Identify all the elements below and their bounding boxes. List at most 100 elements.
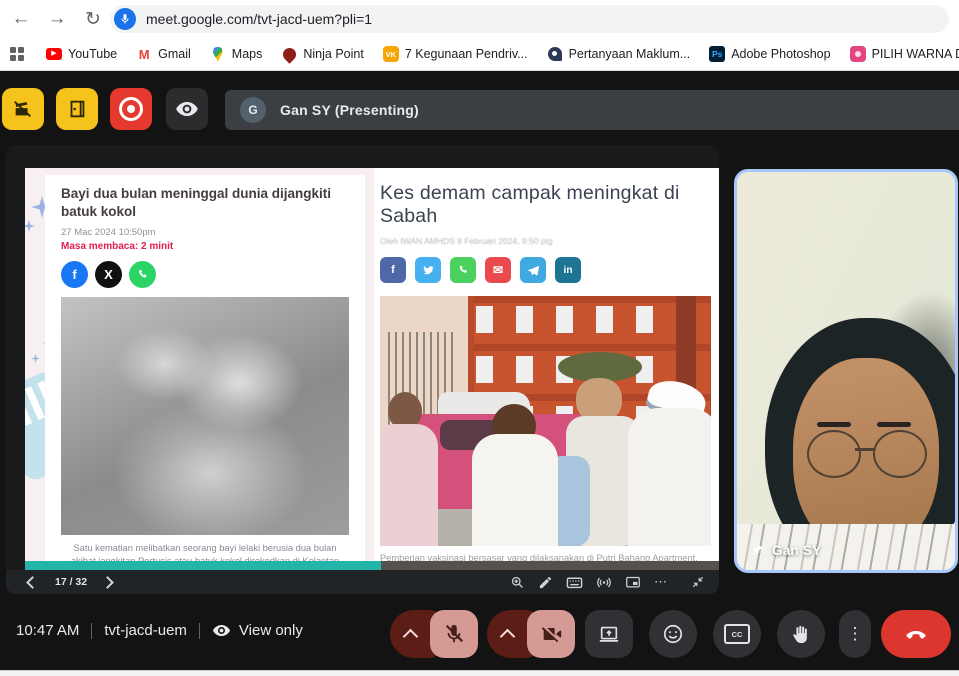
facebook-icon[interactable]: f bbox=[61, 261, 88, 288]
camera-off-button[interactable] bbox=[527, 610, 575, 658]
meeting-meta: 10:47 AM tvt-jacd-uem View only bbox=[16, 621, 303, 640]
bookmark-gmail[interactable]: M Gmail bbox=[136, 46, 191, 62]
pointer-pen-icon[interactable] bbox=[538, 575, 553, 590]
bookmark-pertanyaan-maklum[interactable]: Pertanyaan Maklum... bbox=[547, 46, 691, 62]
cc-icon: CC bbox=[724, 624, 750, 644]
back-icon[interactable]: ← bbox=[6, 4, 36, 34]
present-screen-button[interactable] bbox=[585, 610, 633, 658]
hangup-phone-icon bbox=[904, 622, 928, 646]
facebook-icon[interactable]: f bbox=[380, 257, 406, 283]
picture-in-picture-icon[interactable] bbox=[625, 575, 641, 590]
record-icon bbox=[119, 97, 143, 121]
more-options-button[interactable]: ⋮ bbox=[839, 610, 871, 658]
article-left-date: 27 Mac 2024 10:50pm bbox=[61, 227, 349, 238]
shared-slide: Bayi dua bulan meninggal dunia dijangkit… bbox=[25, 168, 719, 570]
bookmark-maps[interactable]: Maps bbox=[210, 46, 263, 62]
article-right-photo-vaccination bbox=[380, 296, 711, 546]
bookmark-adobe-photoshop[interactable]: Ps Adobe Photoshop bbox=[709, 46, 830, 62]
bookmark-pilih-warna[interactable]: PILIH WARNA DAN... bbox=[850, 46, 959, 62]
leave-call-button[interactable] bbox=[881, 610, 951, 658]
extension-door-button[interactable] bbox=[56, 88, 98, 130]
mic-muted-button[interactable] bbox=[430, 610, 478, 658]
presentation-controls: 17 / 32 ⋯ bbox=[6, 570, 719, 594]
keyboard-icon[interactable] bbox=[566, 575, 583, 590]
url-text: meet.google.com/tvt-jacd-uem?pli=1 bbox=[146, 11, 372, 27]
eye-icon bbox=[212, 621, 231, 640]
bookmark-kegunaan-pendrive[interactable]: VK 7 Kegunaan Pendriv... bbox=[383, 46, 528, 62]
presentation-stage: Bayi dua bulan meninggal dunia dijangkit… bbox=[6, 145, 719, 594]
extension-camera-slash-button[interactable] bbox=[2, 88, 44, 130]
nurse-right bbox=[628, 408, 711, 546]
next-slide-icon[interactable] bbox=[101, 576, 114, 589]
vk-icon: VK bbox=[383, 46, 399, 62]
meet-bottom-toolbar: 10:47 AM tvt-jacd-uem View only bbox=[0, 599, 959, 670]
presenter-name: Gan SY (Presenting) bbox=[280, 102, 419, 118]
clock: 10:47 AM bbox=[16, 622, 79, 639]
mic-in-use-icon[interactable] bbox=[114, 8, 136, 30]
photoshop-icon: Ps bbox=[709, 46, 725, 62]
participant-name: Gan SY bbox=[772, 543, 821, 558]
hand-icon bbox=[790, 623, 812, 645]
captions-button[interactable]: CC bbox=[713, 610, 761, 658]
more-options-icon[interactable]: ⋯ bbox=[654, 577, 668, 587]
gmail-icon: M bbox=[136, 46, 152, 62]
minimize-presentation-icon[interactable] bbox=[691, 575, 705, 589]
mic-control bbox=[390, 610, 478, 658]
mic-off-icon bbox=[443, 623, 465, 645]
presenter-banner[interactable]: G Gan SY (Presenting) bbox=[225, 90, 959, 130]
door-icon bbox=[66, 98, 88, 120]
browser-chrome: ← → ↻ meet.google.com/tvt-jacd-uem?pli=1… bbox=[0, 0, 959, 71]
bookmark-youtube[interactable]: ▶ YouTube bbox=[46, 47, 117, 61]
article-left: Bayi dua bulan meninggal dunia dijangkit… bbox=[45, 175, 365, 561]
nurse-left bbox=[472, 434, 558, 546]
article-left-share-row: f X bbox=[61, 261, 349, 288]
pilih-warna-icon bbox=[850, 46, 866, 62]
pin-icon bbox=[749, 543, 764, 558]
participant-tile[interactable]: Gan SY bbox=[734, 169, 958, 573]
sparkle-decor bbox=[31, 354, 40, 363]
forward-icon[interactable]: → bbox=[42, 4, 72, 34]
smiley-icon bbox=[662, 623, 684, 645]
email-icon[interactable]: ✉ bbox=[485, 257, 511, 283]
camera-off-icon bbox=[540, 623, 562, 645]
bookmarks-bar: ▶ YouTube M Gmail Maps Ninja Point VK 7 … bbox=[0, 38, 959, 71]
view-only-badge: View only bbox=[212, 621, 303, 640]
record-button[interactable] bbox=[110, 88, 152, 130]
reload-icon[interactable]: ↻ bbox=[78, 4, 108, 34]
url-bar[interactable]: meet.google.com/tvt-jacd-uem?pli=1 bbox=[110, 5, 949, 33]
whatsapp-icon[interactable] bbox=[129, 261, 156, 288]
satu-icon bbox=[547, 46, 563, 62]
page-bottom-strip bbox=[0, 670, 959, 676]
linkedin-icon[interactable]: in bbox=[555, 257, 581, 283]
article-left-readtime: Masa membaca: 2 minit bbox=[61, 241, 349, 252]
telegram-icon[interactable] bbox=[520, 257, 546, 283]
ninja-point-icon bbox=[281, 46, 297, 62]
twitter-icon[interactable] bbox=[415, 257, 441, 283]
article-right: Kes demam campak meningkat di Sabah Oleh… bbox=[374, 168, 719, 561]
page-indicator: 17 / 32 bbox=[55, 576, 87, 588]
browser-toolbar: ← → ↻ meet.google.com/tvt-jacd-uem?pli=1 bbox=[0, 0, 959, 38]
article-right-share-row: f ✉ in bbox=[380, 257, 711, 283]
whatsapp-icon[interactable] bbox=[450, 257, 476, 283]
live-broadcast-icon[interactable] bbox=[596, 575, 612, 590]
article-left-headline: Bayi dua bulan meninggal dunia dijangkit… bbox=[61, 185, 349, 220]
camera-control bbox=[487, 610, 575, 658]
previous-slide-icon[interactable] bbox=[26, 576, 39, 589]
article-left-photo-baby-feet bbox=[61, 297, 349, 535]
bookmark-ninja-point[interactable]: Ninja Point bbox=[281, 46, 363, 62]
tile-name-bar: Gan SY bbox=[749, 543, 821, 558]
present-screen-icon bbox=[598, 623, 620, 645]
maps-pin-icon bbox=[210, 46, 226, 62]
reactions-button[interactable] bbox=[649, 610, 697, 658]
raise-hand-button[interactable] bbox=[777, 610, 825, 658]
camera-slash-icon bbox=[12, 98, 34, 120]
watch-mode-button[interactable] bbox=[166, 88, 208, 130]
meeting-code: tvt-jacd-uem bbox=[104, 622, 187, 639]
meet-app: G Gan SY (Presenting) Bayi dua bulan men… bbox=[0, 71, 959, 670]
apps-grid-icon[interactable] bbox=[10, 47, 24, 61]
eye-icon bbox=[175, 97, 199, 121]
youtube-icon: ▶ bbox=[46, 48, 62, 60]
x-twitter-icon[interactable]: X bbox=[95, 261, 122, 288]
zoom-in-icon[interactable] bbox=[510, 575, 525, 590]
slide-teal-bar bbox=[25, 561, 381, 570]
